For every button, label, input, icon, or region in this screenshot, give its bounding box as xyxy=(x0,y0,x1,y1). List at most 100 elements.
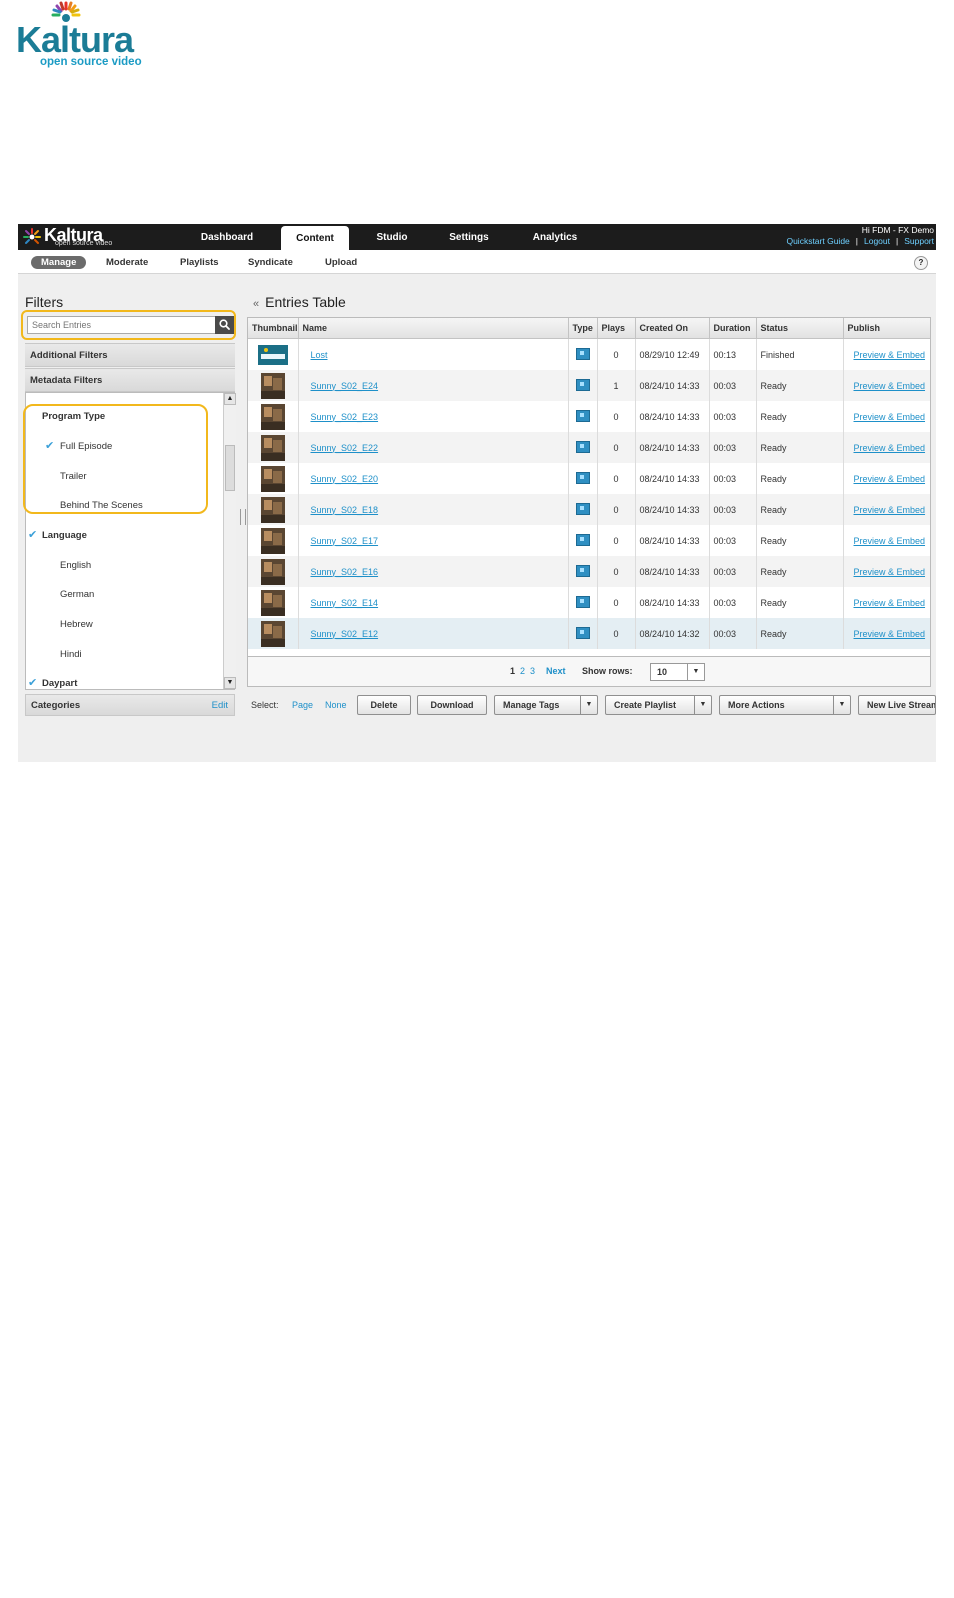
cell-plays: 0 xyxy=(597,463,636,494)
preview-embed-link[interactable]: Preview & Embed xyxy=(854,629,926,639)
filter-item-english[interactable]: English xyxy=(60,560,91,571)
table-row[interactable]: Sunny_S02_E16 0 08/24/10 14:33 00:03 Ready Pr… xyxy=(248,556,930,587)
thumbnail-video-image[interactable] xyxy=(258,434,288,461)
scroll-up-arrow-icon[interactable]: ▲ xyxy=(224,393,236,405)
entry-name-link[interactable]: Sunny_S02_E23 xyxy=(311,412,379,422)
filter-item-german[interactable]: German xyxy=(60,589,94,600)
tab-studio[interactable]: Studio xyxy=(363,224,421,250)
preview-embed-link[interactable]: Preview & Embed xyxy=(854,474,926,484)
rows-per-page-select[interactable]: 10 ▼ xyxy=(650,663,705,681)
entry-name-link[interactable]: Sunny_S02_E17 xyxy=(311,536,379,546)
help-button[interactable]: ? xyxy=(914,256,928,270)
filter-item-hebrew[interactable]: Hebrew xyxy=(60,619,93,630)
search-button[interactable] xyxy=(215,316,234,334)
tab-content[interactable]: Content xyxy=(281,226,349,250)
logout-link[interactable]: Logout xyxy=(864,236,890,246)
column-header-duration[interactable]: Duration xyxy=(709,318,757,339)
table-row[interactable]: Sunny_S02_E23 0 08/24/10 14:33 00:03 Ready Pr… xyxy=(248,401,930,432)
scroll-down-arrow-icon[interactable]: ▼ xyxy=(224,677,236,689)
column-header-type[interactable]: Type xyxy=(568,318,598,339)
cell-publish: Preview & Embed xyxy=(843,370,930,401)
table-row[interactable]: Sunny_S02_E20 0 08/24/10 14:33 00:03 Ready Pr… xyxy=(248,463,930,494)
tab-settings[interactable]: Settings xyxy=(438,224,500,250)
additional-filters-header[interactable]: Additional Filters xyxy=(25,343,235,367)
thumbnail-video-image[interactable] xyxy=(258,496,288,523)
subtab-moderate[interactable]: Moderate xyxy=(106,256,148,269)
subtab-manage[interactable]: Manage xyxy=(31,256,87,269)
table-row[interactable]: Lost 0 08/29/10 12:49 00:13 Finished Preview … xyxy=(248,338,930,370)
entry-name-link[interactable]: Sunny_S02_E20 xyxy=(311,474,379,484)
table-row[interactable]: Sunny_S02_E12 0 08/24/10 14:32 00:03 Ready Pr… xyxy=(248,618,930,649)
filter-group-daypart[interactable]: Daypart xyxy=(42,678,77,689)
metadata-filters-header[interactable]: Metadata Filters xyxy=(25,368,235,392)
new-live-stream-button[interactable]: New Live Stream xyxy=(858,695,936,715)
preview-embed-link[interactable]: Preview & Embed xyxy=(854,350,926,360)
entry-name-link[interactable]: Sunny_S02_E14 xyxy=(311,598,379,608)
preview-embed-link[interactable]: Preview & Embed xyxy=(854,412,926,422)
preview-embed-link[interactable]: Preview & Embed xyxy=(854,505,926,515)
manage-tags-button[interactable]: Manage Tags ▼ xyxy=(494,695,598,715)
panel-splitter-handle[interactable] xyxy=(240,509,246,525)
page-link-2[interactable]: 2 xyxy=(520,666,525,676)
thumbnail-logo-image[interactable] xyxy=(257,342,288,368)
tab-dashboard[interactable]: Dashboard xyxy=(190,224,264,250)
page-link-3[interactable]: 3 xyxy=(530,666,535,676)
preview-embed-link[interactable]: Preview & Embed xyxy=(854,381,926,391)
create-playlist-button[interactable]: Create Playlist ▼ xyxy=(605,695,712,715)
preview-embed-link[interactable]: Preview & Embed xyxy=(854,567,926,577)
entry-name-link[interactable]: Sunny_S02_E12 xyxy=(311,629,379,639)
table-row[interactable]: Sunny_S02_E22 0 08/24/10 14:33 00:03 Ready Pr… xyxy=(248,432,930,463)
table-row[interactable]: Sunny_S02_E17 0 08/24/10 14:33 00:03 Ready Pr… xyxy=(248,525,930,556)
entry-name-link[interactable]: Sunny_S02_E18 xyxy=(311,505,379,515)
select-none-link[interactable]: None xyxy=(325,700,347,710)
filter-tree-scrollbar[interactable]: ▲ ▼ xyxy=(223,393,236,689)
support-link[interactable]: Support xyxy=(904,236,934,246)
cell-duration: 00:03 xyxy=(709,401,757,432)
thumbnail-video-image[interactable] xyxy=(258,465,288,492)
select-page-link[interactable]: Page xyxy=(292,700,313,710)
preview-embed-link[interactable]: Preview & Embed xyxy=(854,443,926,453)
filter-group-language[interactable]: Language xyxy=(42,530,87,541)
entry-name-link[interactable]: Sunny_S02_E22 xyxy=(311,443,379,453)
preview-embed-link[interactable]: Preview & Embed xyxy=(854,598,926,608)
thumbnail-video-image[interactable] xyxy=(258,372,288,399)
column-header-publish[interactable]: Publish xyxy=(843,318,930,339)
table-row[interactable]: Sunny_S02_E24 1 08/24/10 14:33 00:03 Ready Pr… xyxy=(248,370,930,401)
delete-button[interactable]: Delete xyxy=(357,695,411,715)
more-actions-button[interactable]: More Actions ▼ xyxy=(719,695,851,715)
download-button[interactable]: Download xyxy=(417,695,487,715)
column-header-plays[interactable]: Plays xyxy=(597,318,636,339)
column-header-thumbnail[interactable]: Thumbnail xyxy=(248,318,299,339)
collapse-filters-icon[interactable]: « xyxy=(253,298,259,310)
tab-analytics[interactable]: Analytics xyxy=(520,224,590,250)
entry-name-link[interactable]: Sunny_S02_E16 xyxy=(311,567,379,577)
thumbnail-video-image[interactable] xyxy=(258,403,288,430)
preview-embed-link[interactable]: Preview & Embed xyxy=(854,536,926,546)
subtab-upload[interactable]: Upload xyxy=(325,256,357,269)
thumbnail-video-image[interactable] xyxy=(258,620,288,647)
cell-created-on: 08/24/10 14:33 xyxy=(635,587,710,618)
thumbnail-video-image[interactable] xyxy=(258,589,288,616)
thumbnail-video-image[interactable] xyxy=(258,558,288,585)
subtab-playlists[interactable]: Playlists xyxy=(180,256,219,269)
video-type-icon xyxy=(575,626,590,639)
entry-name-link[interactable]: Sunny_S02_E24 xyxy=(311,381,379,391)
quickstart-guide-link[interactable]: Quickstart Guide xyxy=(786,236,849,246)
entry-name-link[interactable]: Lost xyxy=(311,350,328,360)
column-header-created-on[interactable]: Created On xyxy=(635,318,710,339)
app-logo[interactable]: Kaltura open source video xyxy=(22,225,132,248)
column-header-status[interactable]: Status xyxy=(756,318,844,339)
search-entries-input[interactable] xyxy=(27,316,217,334)
cell-type xyxy=(568,432,598,463)
scroll-thumb[interactable] xyxy=(225,445,235,491)
subtab-syndicate[interactable]: Syndicate xyxy=(248,256,293,269)
table-row[interactable]: Sunny_S02_E18 0 08/24/10 14:33 00:03 Ready Pr… xyxy=(248,494,930,525)
next-page-link[interactable]: Next xyxy=(546,666,566,676)
categories-edit-link[interactable]: Edit xyxy=(212,695,228,717)
page-link-1[interactable]: 1 xyxy=(510,666,515,676)
column-header-name[interactable]: Name xyxy=(298,318,569,339)
filter-item-hindi[interactable]: Hindi xyxy=(60,649,82,660)
kaltura-sunburst-icon xyxy=(23,228,41,244)
table-row[interactable]: Sunny_S02_E14 0 08/24/10 14:33 00:03 Ready Pr… xyxy=(248,587,930,618)
thumbnail-video-image[interactable] xyxy=(258,527,288,554)
